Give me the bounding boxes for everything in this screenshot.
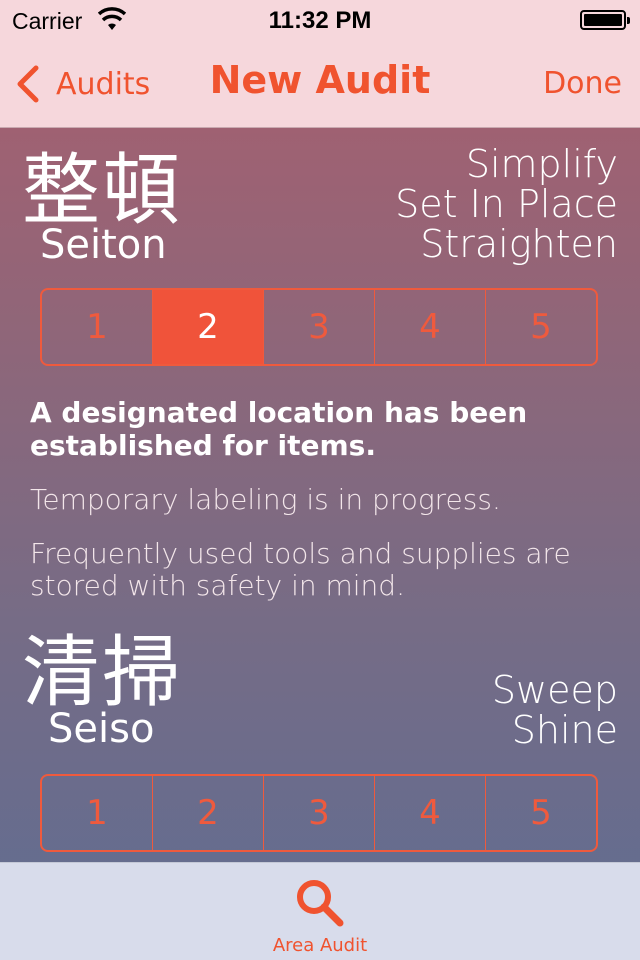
tab-bar: Area Audit xyxy=(0,862,640,960)
section-seiso: 清掃 Seiso Sweep Shine 1 2 3 4 5 xyxy=(0,620,640,862)
section-romaji: Seiton xyxy=(40,222,167,268)
top-bar: Carrier 11:32 PM Audits New Audit Done xyxy=(0,0,640,128)
english-term: Simplify xyxy=(465,142,618,186)
back-button[interactable]: Audits xyxy=(14,62,150,106)
navigation-bar: Audits New Audit Done xyxy=(0,40,640,128)
rating-option-3[interactable]: 3 xyxy=(264,776,375,850)
section-english-terms: Sweep Shine xyxy=(492,670,618,750)
section-english-terms: Simplify Set In Place Straighten xyxy=(395,144,618,264)
battery-icon xyxy=(580,10,630,30)
english-term: Sweep xyxy=(491,668,618,712)
section-romaji: Seiso xyxy=(48,706,155,752)
description-headline: A designated location has been establish… xyxy=(30,396,528,462)
rating-option-4[interactable]: 4 xyxy=(375,776,486,850)
english-term: Set In Place xyxy=(395,182,618,226)
done-button[interactable]: Done xyxy=(543,66,622,101)
rating-option-5[interactable]: 5 xyxy=(486,290,596,364)
english-term: Shine xyxy=(511,708,618,752)
status-time: 11:32 PM xyxy=(268,7,372,34)
chevron-left-icon xyxy=(17,65,39,103)
rating-option-5[interactable]: 5 xyxy=(486,776,596,850)
back-button-label: Audits xyxy=(56,66,151,102)
section-seiton: 整頓 Seiton Simplify Set In Place Straight… xyxy=(0,128,640,608)
rating-option-4[interactable]: 4 xyxy=(375,290,486,364)
rating-option-2[interactable]: 2 xyxy=(153,776,264,850)
rating-option-3[interactable]: 3 xyxy=(264,290,375,364)
rating-selector: 1 2 3 4 5 xyxy=(40,288,598,366)
rating-option-2[interactable]: 2 xyxy=(153,290,264,364)
rating-option-1[interactable]: 1 xyxy=(42,290,153,364)
section-kanji: 清掃 xyxy=(22,628,183,718)
description-line: Temporary labeling is in progress. xyxy=(30,483,501,516)
description-line: Frequently used tools and supplies are s… xyxy=(30,537,571,602)
search-icon xyxy=(297,880,344,927)
rating-selector: 1 2 3 4 5 xyxy=(40,774,598,852)
status-bar: Carrier 11:32 PM xyxy=(0,0,640,40)
rating-option-1[interactable]: 1 xyxy=(42,776,153,850)
tab-area-audit[interactable]: Area Audit xyxy=(260,871,380,959)
english-term: Straighten xyxy=(420,222,618,266)
rating-description: A designated location has been establish… xyxy=(30,396,620,602)
tab-label: Area Audit xyxy=(272,935,368,956)
